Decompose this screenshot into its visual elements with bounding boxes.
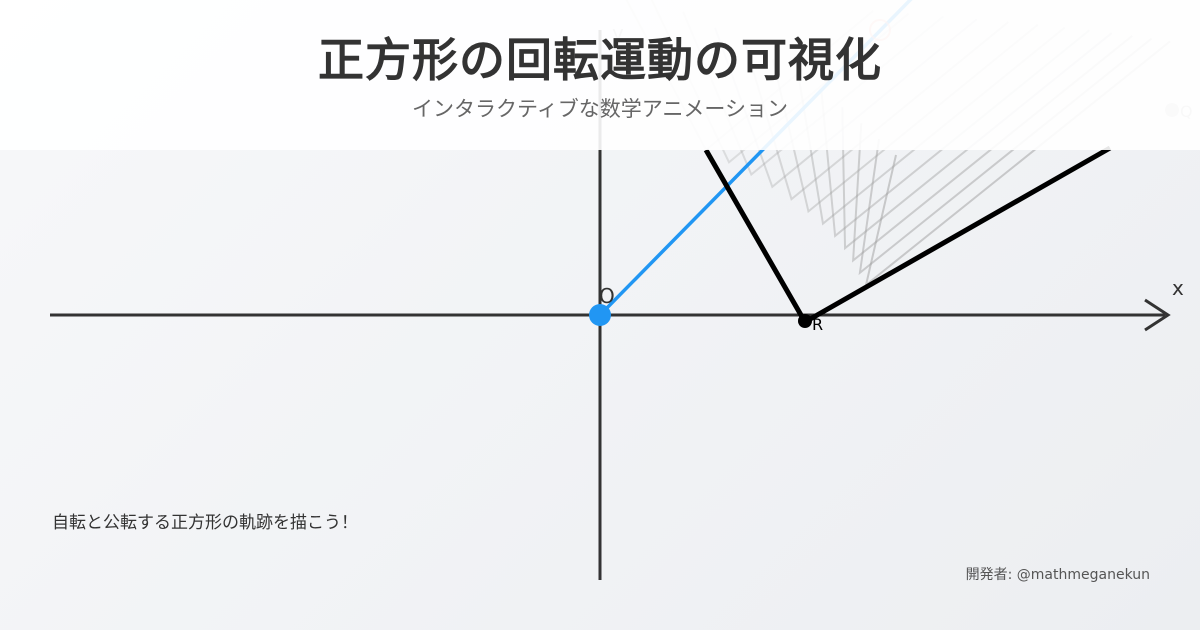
page-subtitle: インタラクティブな数学アニメーション: [412, 97, 788, 121]
stage: x y O R Q 正方形の回転運動の可視化 インタラクティブな数学アニメーショ…: [0, 0, 1200, 630]
page-title: 正方形の回転運動の可視化: [318, 33, 882, 87]
header-banner: 正方形の回転運動の可視化 インタラクティブな数学アニメーション: [0, 0, 1200, 150]
vertex-r-point[interactable]: [798, 314, 812, 328]
origin-label: O: [599, 284, 615, 308]
vertex-r-label: R: [812, 315, 823, 334]
developer-credit: 開発者: @mathmeganekun: [965, 567, 1150, 583]
x-axis-label: x: [1172, 276, 1184, 300]
caption-text: 自転と公転する正方形の軌跡を描こう！: [52, 513, 358, 533]
